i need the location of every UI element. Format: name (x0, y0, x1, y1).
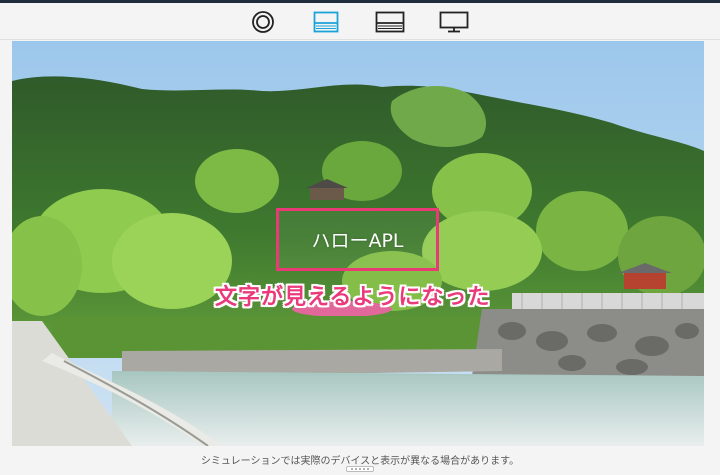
device-preview-area: ハローAPL 文字が見えるようになった (12, 41, 704, 446)
grip-dot (355, 468, 357, 470)
footer: シミュレーションでは実際のデバイスと表示が異なる場合があります。 (0, 447, 720, 475)
layout-top-panel-icon (313, 11, 339, 33)
hub-landscape-button[interactable] (312, 9, 340, 35)
simulation-disclaimer: シミュレーションでは実際のデバイスと表示が異なる場合があります。 (200, 456, 520, 467)
circle-target-icon (252, 11, 274, 33)
annotation-caption: 文字が見えるようになった (215, 285, 491, 310)
round-device-button[interactable] (250, 9, 276, 35)
device-toolbar (0, 3, 720, 40)
resize-handle[interactable] (346, 466, 374, 472)
grip-dot (367, 468, 369, 470)
layout-bottom-panel-icon (375, 11, 405, 33)
tv-layout-button[interactable] (374, 9, 406, 35)
monitor-device-button[interactable] (438, 9, 470, 35)
grip-dot (351, 468, 353, 470)
grip-dot (363, 468, 365, 470)
apl-text-box: ハローAPL (276, 208, 439, 271)
grip-dot (359, 468, 361, 470)
monitor-icon (439, 11, 469, 33)
